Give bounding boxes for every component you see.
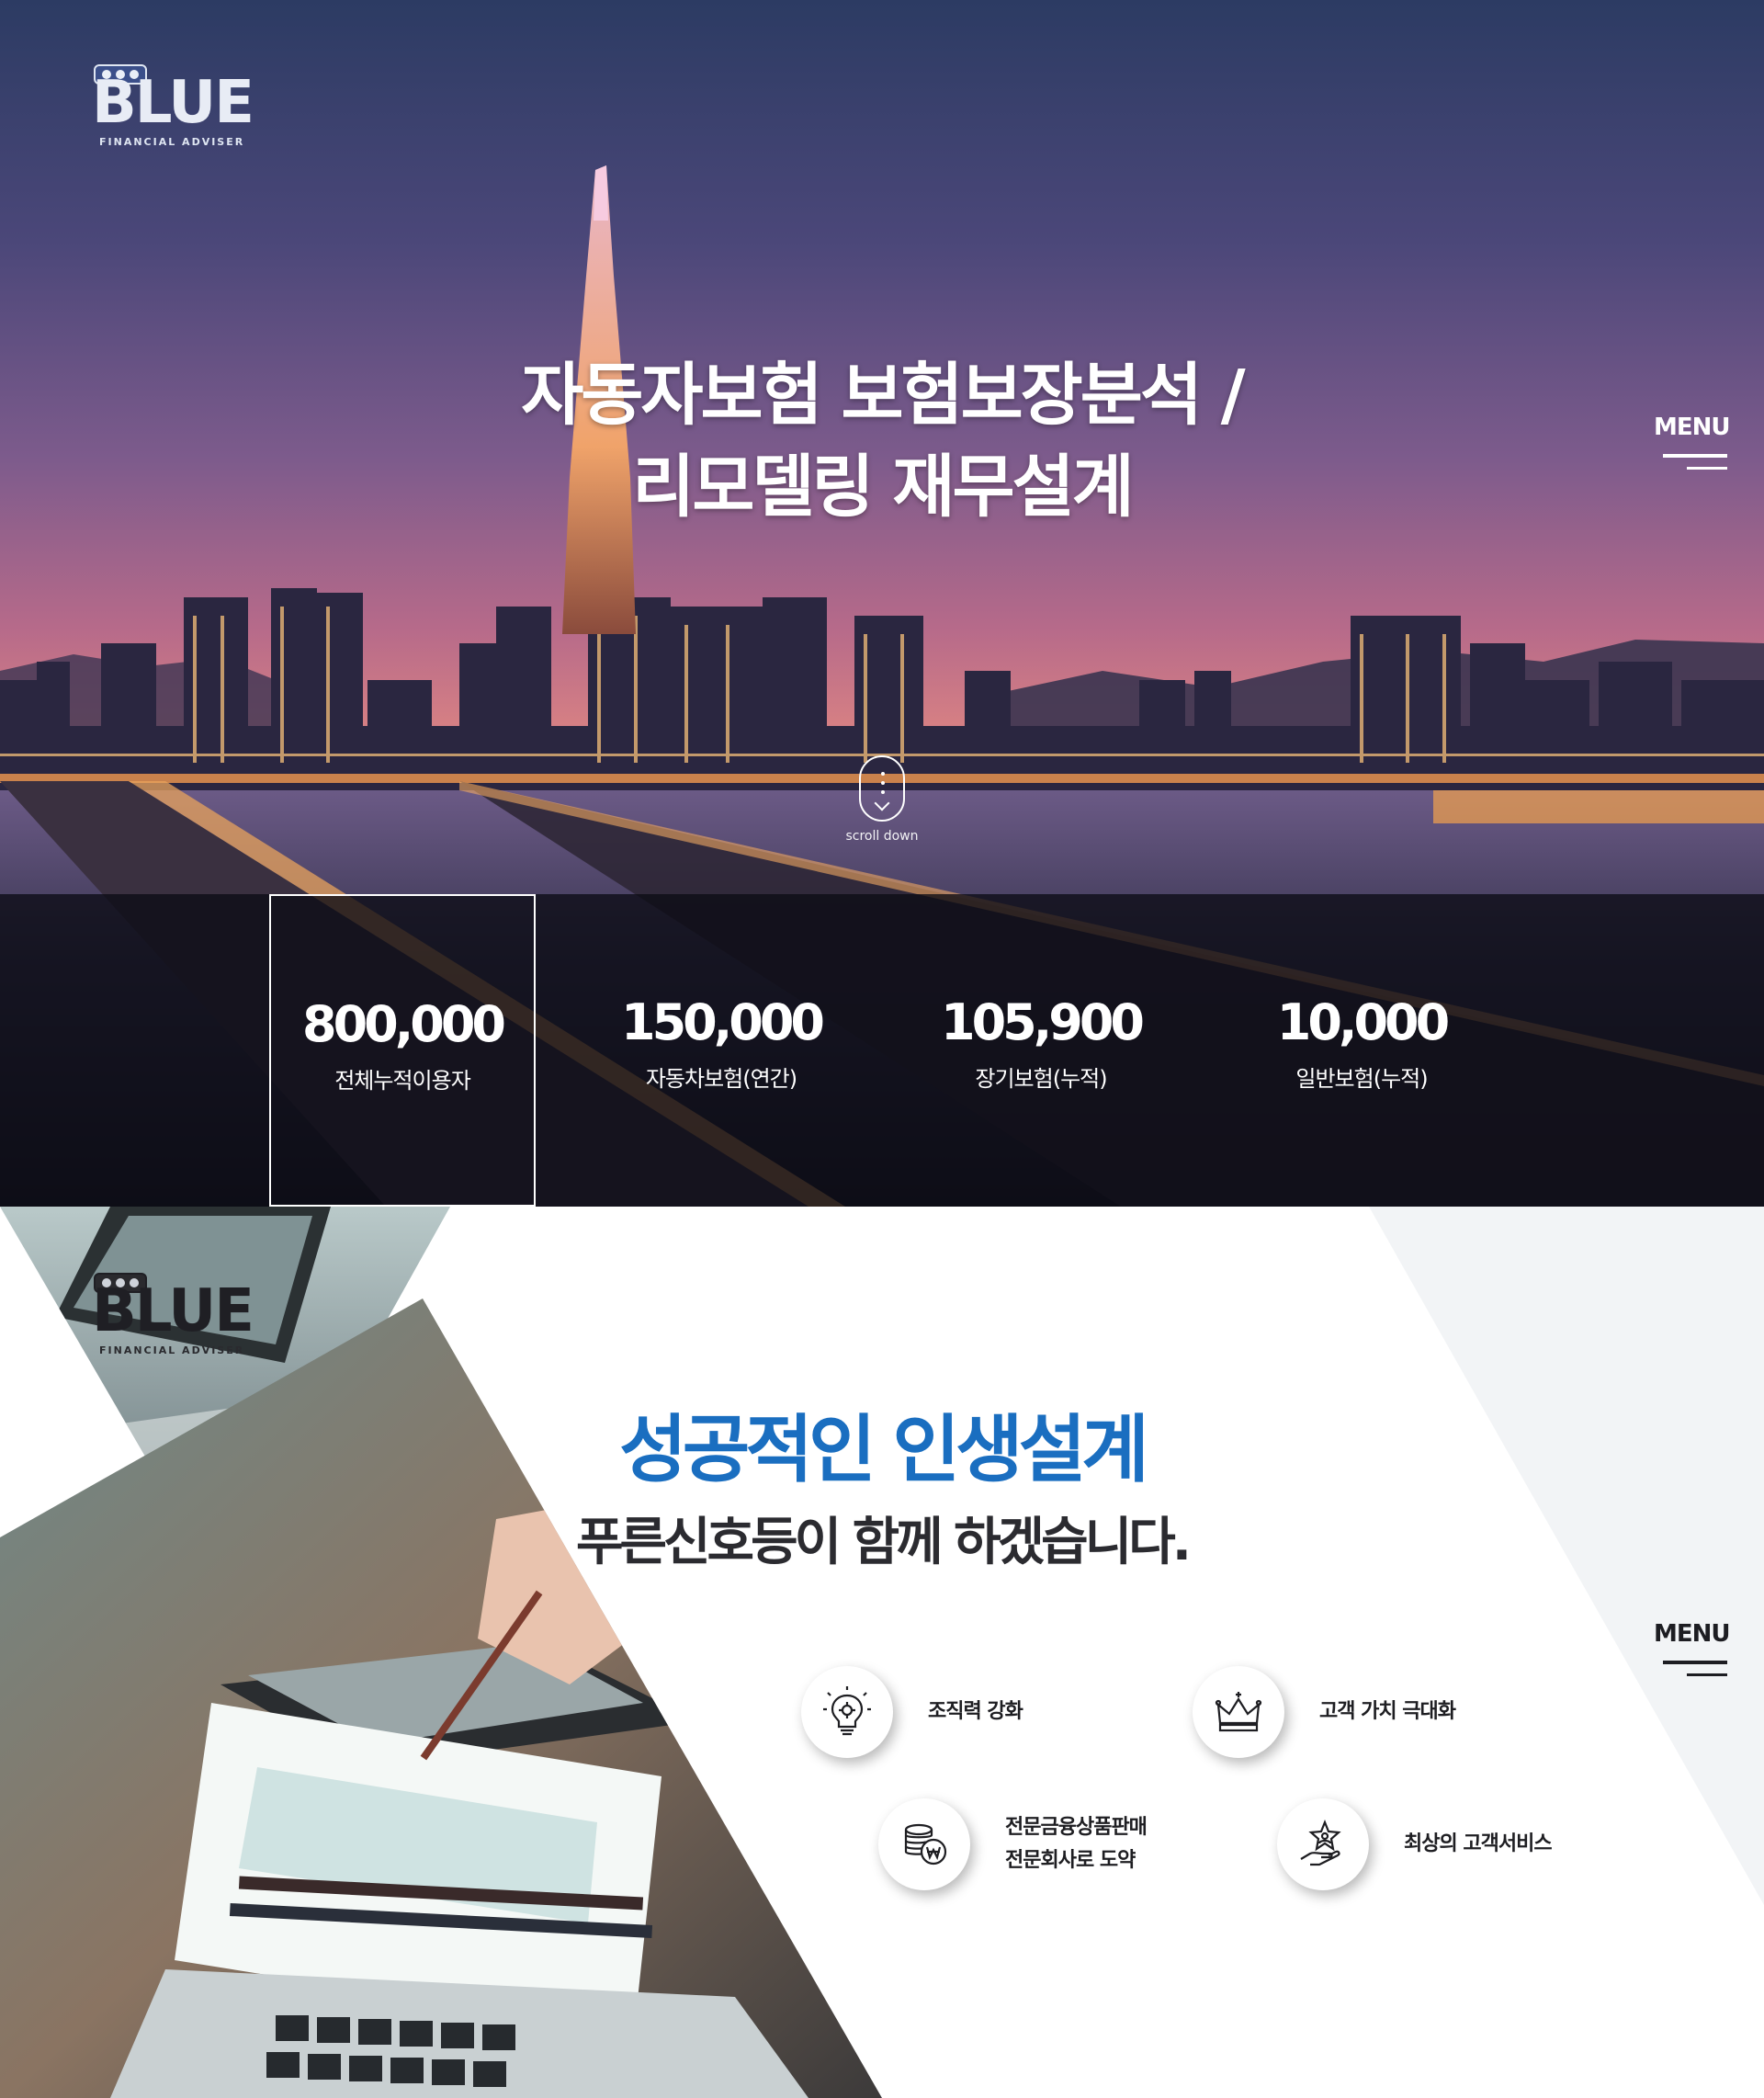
stat-label: 전체누적이용자 [334,1068,471,1094]
stats-bar: 800,000 전체누적이용자 150,000 자동차보험(연간) 105,90… [0,894,1764,1207]
feature-financial-sales: 전문금융상품판매 전문회사로 도약 [878,1798,1148,1890]
feature-label: 고객 가치 극대화 [1319,1700,1456,1723]
stat-long-term-insurance: 105,900 장기보험(누적) [908,894,1174,1207]
section-menu-button[interactable]: MENU [1654,1620,1731,1676]
stat-general-insurance: 10,000 일반보험(누적) [1228,894,1495,1207]
mouse-icon [859,755,905,822]
stat-value: 10,000 [1276,993,1450,1051]
chevron-down-icon [874,795,890,811]
hero-logo[interactable]: BLUE FINANCIAL ADVISER [92,64,254,156]
hand-star-icon [1277,1798,1369,1890]
stat-label: 일반보험(누적) [1295,1066,1428,1092]
logo-text: BLUE [92,69,254,137]
hero-menu-button[interactable]: MENU [1654,414,1731,470]
menu-line-icon [1687,467,1727,470]
feature-label: 최상의 고객서비스 [1404,1832,1553,1855]
logo-subtitle: FINANCIAL ADVISER [99,1344,245,1356]
logo-text: BLUE [92,1277,254,1345]
feature-label-line2: 전문회사로 도약 [1005,1849,1136,1872]
feature-organization: 조직력 강화 [801,1666,1023,1758]
coins-won-icon [878,1798,970,1890]
section-logo[interactable]: BLUE FINANCIAL ADVISER [92,1273,254,1365]
hero-section: BLUE FINANCIAL ADVISER 자동자보험 보험보장분석 / 리모… [0,0,1764,1207]
feature-label-line1: 전문금융상품판매 [1005,1816,1148,1839]
stat-label: 자동차보험(연간) [645,1066,797,1092]
lightbulb-gear-icon [801,1666,893,1758]
scroll-down-label: scroll down [845,829,919,844]
stat-value: 105,900 [941,993,1145,1051]
crown-icon [1193,1666,1284,1758]
stat-total-users: 800,000 전체누적이용자 [269,894,536,1207]
hero-title: 자동자보험 보험보장분석 / 리모델링 재무설계 [331,349,1433,533]
feature-customer-service: 최상의 고객서비스 [1277,1798,1553,1890]
menu-line-icon [1663,454,1727,458]
triangle-photo-collage [0,1207,1764,2098]
feature-label: 조직력 강화 [928,1700,1023,1723]
feature-customer-value: 고객 가치 극대화 [1193,1666,1456,1758]
section-headline: 성공적인 인생설계 [619,1407,1149,1492]
about-section: BLUE FINANCIAL ADVISER 성공적인 인생설계 푸른신호등이 … [0,1207,1764,2098]
stat-value: 150,000 [621,993,825,1051]
hero-title-line1: 자동자보험 보험보장분석 / [521,356,1245,435]
stat-auto-insurance: 150,000 자동차보험(연간) [588,894,854,1207]
scroll-down-button[interactable]: scroll down [845,755,919,847]
section-subline: 푸른신호등이 함께 하겠습니다. [575,1513,1192,1572]
hero-title-line2: 리모델링 재무설계 [632,448,1134,527]
stat-value: 800,000 [302,995,506,1053]
logo-subtitle: FINANCIAL ADVISER [99,136,245,148]
stat-label: 장기보험(누적) [975,1066,1107,1092]
menu-line-icon [1687,1673,1727,1676]
menu-label: MENU [1654,414,1731,441]
menu-label: MENU [1654,1620,1731,1648]
feature-label: 전문금융상품판매 전문회사로 도약 [1005,1811,1148,1877]
menu-line-icon [1663,1661,1727,1664]
